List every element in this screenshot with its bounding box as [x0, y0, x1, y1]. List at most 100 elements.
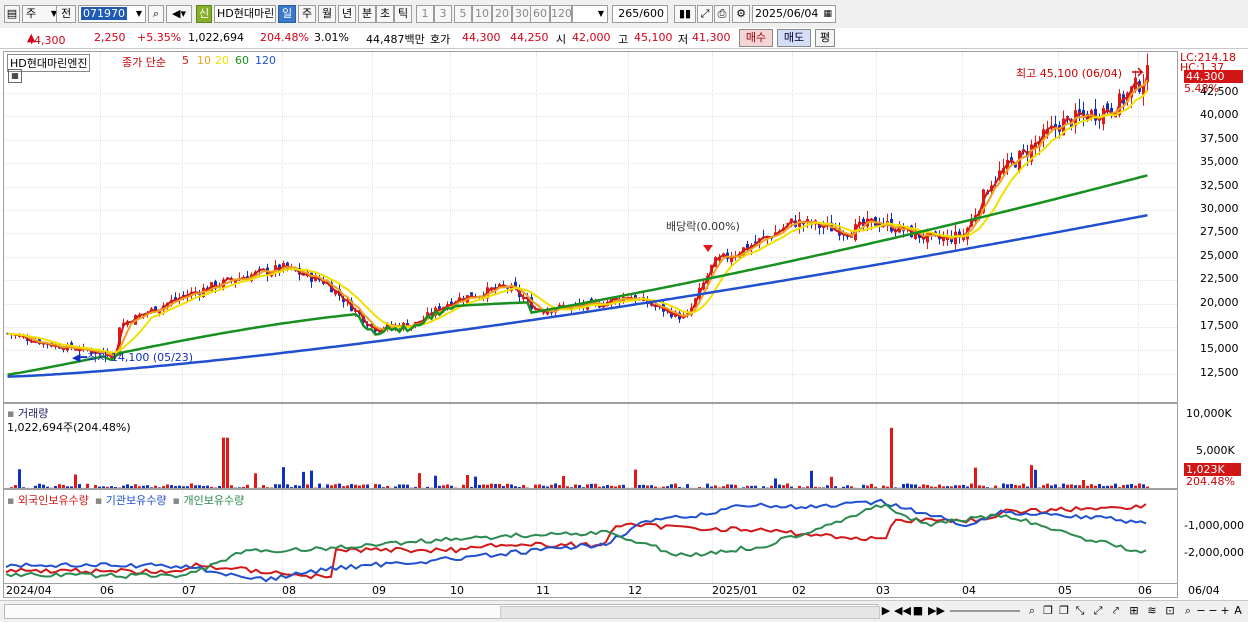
holdings-axis: -1,000,000 -2,000,000 — [1180, 489, 1248, 584]
fast-forward-icon[interactable]: ▶▶ — [928, 604, 945, 618]
high-note: 최고 45,100 (06/04) — [1016, 67, 1123, 80]
grid-tool-icon[interactable]: ⊞ — [1128, 604, 1140, 618]
line-tool-icon[interactable]: ⤡ — [1074, 604, 1086, 618]
volume-bar — [810, 470, 813, 488]
x-axis-label: 06 — [1138, 584, 1152, 597]
interval-button-60[interactable]: 60 — [530, 5, 550, 23]
open-price: 42,000 — [572, 31, 611, 44]
measure-tool-icon[interactable]: ⊡ — [1164, 604, 1176, 618]
channel-tool-icon[interactable]: ≋ — [1146, 604, 1158, 618]
interval-button-1[interactable]: 1 — [416, 5, 434, 23]
interval-button-5[interactable]: 5 — [454, 5, 472, 23]
price-tick: 22,500 — [1200, 272, 1239, 286]
interval-button-30[interactable]: 30 — [512, 5, 532, 23]
interval-button-3[interactable]: 3 — [434, 5, 452, 23]
price-tick: 42,500 — [1200, 85, 1239, 98]
play-icon[interactable]: ▶ — [880, 604, 892, 618]
settings-gear-icon[interactable]: ⚙ — [732, 5, 750, 23]
x-axis-label: 07 — [182, 584, 196, 597]
volume-pane[interactable]: ▪ 거래량 1,022,694주(204.48%) — [3, 403, 1178, 489]
x-axis-label: 08 — [282, 584, 296, 597]
calendar-icon[interactable]: ▦ — [823, 6, 832, 22]
speaker-icon[interactable]: ◀▾ — [166, 5, 192, 23]
interval-button-120[interactable]: 120 — [550, 5, 572, 23]
x-axis: 2024/04 06 07 08 09 10 11 12 2025/01 02 03 04 05 06 — [3, 583, 1178, 598]
period-button-0[interactable]: 일 — [278, 5, 296, 23]
period-button-5[interactable]: 초 — [376, 5, 394, 23]
price-tick: 15,000 — [1200, 342, 1239, 356]
period-button-4[interactable]: 분 — [358, 5, 376, 23]
search-icon-bottom[interactable]: ⌕ — [1182, 604, 1194, 618]
period-button-3[interactable]: 년 — [338, 5, 356, 23]
volume-pct-tag: 204.48% — [1186, 475, 1235, 488]
period-button-6[interactable]: 틱 — [394, 5, 412, 23]
holdings-pane[interactable]: ▪ 외국인보유수량 ▪ 기관보유수량 ▪ 개인보유수량 — [3, 489, 1178, 584]
volume-tick-10000k: 10,000K — [1186, 407, 1232, 420]
volume-axis: 10,000K 5,000K 1,023K 204.48% — [1180, 403, 1248, 489]
low-note: ◀━최저 14,100 (05/23) — [72, 351, 194, 364]
trade-amount: 44,487백만 — [366, 33, 425, 46]
buy-button[interactable]: 매수 — [739, 29, 773, 47]
price-tick: 40,000 — [1200, 108, 1239, 122]
low-note-arrow: ◀━ — [72, 351, 88, 364]
period-button-2[interactable]: 월 — [318, 5, 336, 23]
stock-name-field[interactable]: HD현대마린 — [214, 5, 276, 23]
x-axis-label: 2025/01 — [712, 584, 758, 597]
period-button-1[interactable]: 주 — [298, 5, 316, 23]
price-axis: LC:214.18 HC:1.37 44,300 5.48% 42,500 40,… — [1180, 51, 1248, 403]
collapse-icon[interactable]: − — [1208, 604, 1218, 618]
zoom-search-icon[interactable]: ⌕ — [1026, 604, 1038, 618]
date-field[interactable]: 2025/06/04 ▦ — [752, 5, 836, 23]
stock-code-input[interactable]: 071970 ▼ — [78, 5, 146, 23]
volume-bar — [418, 473, 421, 488]
price-tick: 20,000 — [1200, 295, 1239, 309]
volume-bar — [282, 467, 285, 488]
interval-button-20[interactable]: 20 — [492, 5, 512, 23]
volume-bar — [434, 475, 437, 488]
window2-icon[interactable]: ❐ — [1058, 604, 1070, 618]
price-pane[interactable]: HD현대마린엔진 종가 단순 5 10 20 60 120 ▦ 최고 45,100 (0… — [3, 51, 1178, 403]
price-change-pct: +5.35% — [137, 31, 182, 44]
volume-bar — [1030, 465, 1033, 488]
scroll-thumb[interactable] — [500, 606, 880, 619]
holdings-tick-1m: -1,000,000 — [1184, 519, 1244, 532]
horizontal-scrollbar[interactable] — [4, 604, 880, 619]
rewind-icon[interactable]: ◀◀ — [894, 604, 911, 618]
custom-period-field[interactable]: ▼ — [572, 5, 608, 23]
trend-tool-icon[interactable]: ⤤ — [1110, 604, 1122, 618]
zoom-in-icon[interactable]: + — [1220, 604, 1230, 618]
zoom-slider[interactable] — [950, 610, 1020, 612]
ma-line-60 — [7, 174, 1148, 376]
font-size-icon[interactable]: A — [1232, 604, 1244, 618]
ask-price: 44,300 — [462, 31, 501, 44]
volume-bar — [890, 427, 893, 488]
volume-bar — [634, 469, 637, 488]
layout-icon[interactable]: ▤ — [4, 5, 20, 23]
flat-button[interactable]: 평 — [815, 29, 835, 47]
volume-bar — [74, 474, 77, 488]
quote-bar: 44,300 ▲ 2,250 +5.35% 1,022,694 204.48% … — [0, 28, 1248, 49]
high-price: 45,100 — [634, 31, 673, 44]
dividend-note: 배당락(0.00%) — [666, 220, 740, 233]
price-tick: 30,000 — [1200, 202, 1239, 215]
interval-button-10[interactable]: 10 — [472, 5, 492, 23]
volume-bar — [774, 478, 777, 488]
bid-price: 44,250 — [510, 31, 549, 44]
draw-line-icon[interactable]: ⤢ — [697, 5, 713, 23]
period-type-select[interactable]: 주 ▼ — [22, 5, 60, 23]
stop-icon[interactable]: ■ — [912, 604, 924, 618]
zoom-out-icon[interactable]: − — [1196, 604, 1206, 618]
chart-style-icon[interactable]: ▮▮ — [674, 5, 696, 23]
bid-label: 호가 — [430, 33, 451, 46]
volume-bar — [830, 476, 833, 488]
print-icon[interactable]: ⎙ — [714, 5, 730, 23]
search-icon[interactable]: ⌕ — [148, 5, 164, 23]
volume-bar — [1082, 479, 1085, 488]
count-field[interactable]: 265/600 — [612, 5, 668, 23]
prev-button[interactable]: 전 — [56, 5, 76, 23]
volume-ratio: 204.48% — [260, 31, 309, 44]
sell-button[interactable]: 매도 — [777, 29, 811, 47]
x-axis-label: 05 — [1058, 584, 1072, 597]
window-icon[interactable]: ❐ — [1042, 604, 1054, 618]
fan-tool-icon[interactable]: ⤢ — [1092, 604, 1104, 618]
